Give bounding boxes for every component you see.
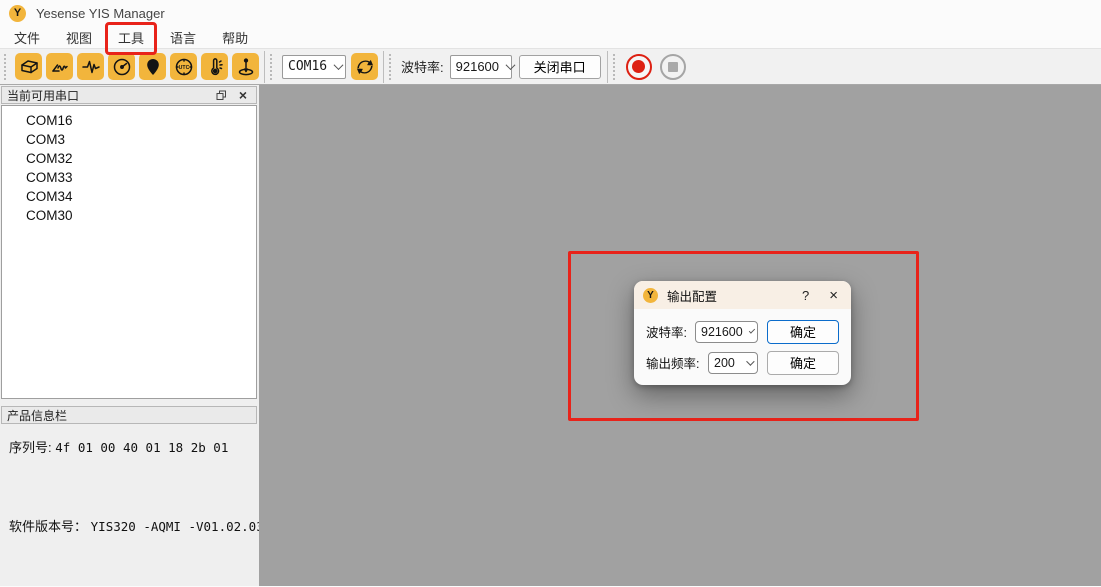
software-version-value: YIS320 -AQMI -V01.02.03; — [91, 519, 272, 534]
toolbar-drag-handle[interactable] — [613, 54, 618, 80]
window-title: Yesense YIS Manager — [36, 6, 165, 21]
dialog-freq-select[interactable]: 200 — [708, 352, 758, 374]
toolbar-separator — [383, 51, 384, 83]
dialog-baud-value: 921600 — [701, 325, 743, 339]
toolbar-separator — [264, 51, 265, 83]
dialog-freq-row: 输出频率: 200 确定 — [646, 350, 839, 375]
chevron-down-icon — [748, 327, 755, 334]
dialog-titlebar[interactable]: Y 输出配置 ? × — [634, 281, 851, 309]
attitude-waveform-icon[interactable] — [46, 53, 73, 80]
serial-number-line: 序列号: 4f 01 00 40 01 18 2b 01 — [9, 437, 228, 456]
refresh-icon[interactable] — [351, 53, 378, 80]
dialog-freq-label: 输出频率: — [646, 353, 699, 372]
main-workspace: Y 输出配置 ? × 波特率: 921600 确定 输出频率: 200 — [259, 85, 1101, 586]
list-item-port[interactable]: COM32 — [2, 149, 256, 168]
app-logo-icon: Y — [9, 5, 26, 22]
record-dot — [632, 60, 645, 73]
port-list: COM16 COM3 COM32 COM33 COM34 COM30 — [1, 105, 257, 399]
list-item-port[interactable]: COM16 — [2, 111, 256, 130]
menu-file[interactable]: 文件 — [4, 26, 50, 49]
dialog-close-icon[interactable]: × — [827, 288, 840, 303]
product-info-body: 序列号: 4f 01 00 40 01 18 2b 01 软件版本号： YIS3… — [1, 426, 257, 586]
menu-help[interactable]: 帮助 — [212, 26, 258, 49]
chevron-down-icon — [746, 357, 754, 365]
menu-tools[interactable]: 工具 — [108, 26, 154, 49]
baud-rate-select[interactable]: 921600 — [450, 55, 512, 79]
baud-rate-value: 921600 — [456, 59, 499, 74]
utc-clock-icon[interactable]: UTC — [170, 53, 197, 80]
dialog-baud-row: 波特率: 921600 确定 — [646, 319, 839, 344]
serial-port-dock: 当前可用串口 × COM16 COM3 COM32 COM33 COM34 CO… — [0, 85, 259, 586]
cube-icon[interactable] — [15, 53, 42, 80]
serial-number-value: 4f 01 00 40 01 18 2b 01 — [55, 440, 228, 455]
product-info-header: 产品信息栏 — [1, 406, 257, 424]
toolbar-drag-handle[interactable] — [4, 54, 9, 80]
toolbar-separator — [607, 51, 608, 83]
close-serial-port-button[interactable]: 关闭串口 — [519, 55, 601, 79]
dialog-baud-select[interactable]: 921600 — [695, 321, 758, 343]
svg-text:UTC: UTC — [178, 65, 189, 71]
menu-language[interactable]: 语言 — [160, 26, 206, 49]
dialog-title: 输出配置 — [667, 286, 717, 305]
content-area: 当前可用串口 × COM16 COM3 COM32 COM33 COM34 CO… — [0, 85, 1101, 586]
software-version-label: 软件版本号： — [9, 519, 87, 534]
dialog-body: 波特率: 921600 确定 输出频率: 200 确定 — [634, 309, 851, 375]
dialog-baud-label: 波特率: — [646, 322, 687, 341]
thermometer-icon[interactable] — [201, 53, 228, 80]
chevron-down-icon — [506, 60, 516, 70]
product-info-title: 产品信息栏 — [7, 407, 67, 424]
baud-rate-label: 波特率: — [401, 57, 444, 76]
toolbar-drag-handle[interactable] — [389, 54, 394, 80]
pulse-waveform-icon[interactable] — [77, 53, 104, 80]
dialog-help-button[interactable]: ? — [798, 288, 813, 303]
dock-header: 当前可用串口 × — [1, 86, 257, 104]
software-version-line: 软件版本号： YIS320 -AQMI -V01.02.03; — [9, 516, 271, 535]
stop-square — [668, 62, 678, 72]
window-titlebar: Y Yesense YIS Manager — [0, 0, 1101, 26]
menu-view[interactable]: 视图 — [56, 26, 102, 49]
list-item-port[interactable]: COM3 — [2, 130, 256, 149]
menubar: 文件 视图 工具 语言 帮助 — [0, 26, 1101, 49]
list-item-port[interactable]: COM30 — [2, 206, 256, 225]
toolbar: UTC COM16 波特率: 921600 关闭串口 — [0, 49, 1101, 85]
chevron-down-icon — [334, 60, 344, 70]
dock-title: 当前可用串口 — [7, 87, 79, 104]
close-icon[interactable]: × — [235, 88, 251, 102]
float-panel-icon[interactable] — [213, 88, 229, 102]
dialog-app-icon: Y — [643, 288, 658, 303]
gauge-icon[interactable] — [108, 53, 135, 80]
serial-number-label: 序列号: — [9, 440, 52, 455]
stop-icon[interactable] — [660, 54, 686, 80]
record-icon[interactable] — [626, 54, 652, 80]
dialog-freq-ok-button[interactable]: 确定 — [767, 351, 839, 375]
dialog-baud-ok-button[interactable]: 确定 — [767, 320, 839, 344]
magnetic-probe-icon[interactable] — [232, 53, 259, 80]
dialog-freq-value: 200 — [714, 356, 735, 370]
list-item-port[interactable]: COM34 — [2, 187, 256, 206]
output-config-dialog: Y 输出配置 ? × 波特率: 921600 确定 输出频率: 200 — [634, 281, 851, 385]
toolbar-drag-handle[interactable] — [270, 54, 275, 80]
com-port-value: COM16 — [288, 59, 327, 74]
list-item-port[interactable]: COM33 — [2, 168, 256, 187]
location-icon[interactable] — [139, 53, 166, 80]
com-port-select[interactable]: COM16 — [282, 55, 346, 79]
